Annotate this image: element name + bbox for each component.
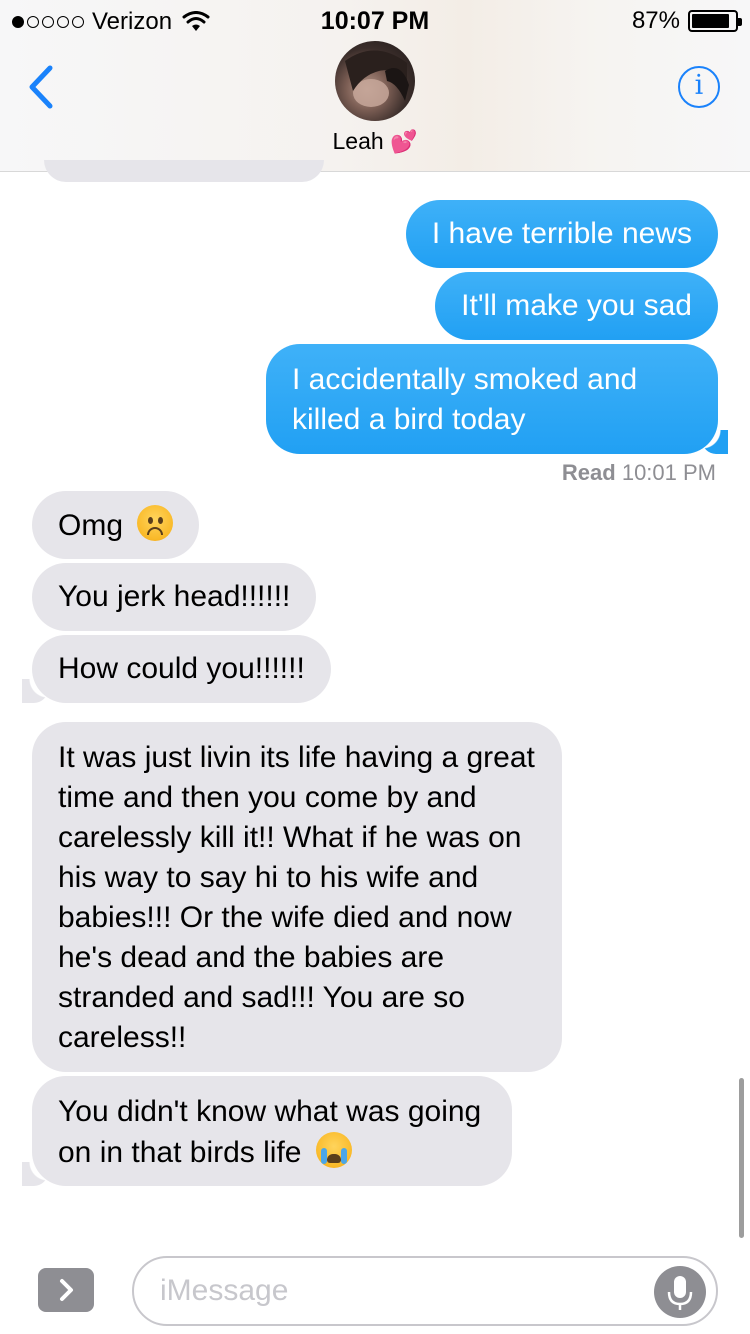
read-time: 10:01 PM bbox=[621, 460, 716, 485]
chevron-right-icon bbox=[60, 1279, 73, 1301]
avatar-photo bbox=[345, 50, 409, 107]
received-message-bubble[interactable]: You didn't know what was going on in tha… bbox=[22, 1076, 512, 1186]
back-button[interactable] bbox=[22, 62, 62, 112]
sent-message-bubble[interactable]: I accidentally smoked and killed a bird … bbox=[266, 344, 728, 454]
sent-message-bubble[interactable]: It'll make you sad bbox=[435, 272, 718, 340]
chevron-left-icon bbox=[29, 65, 53, 109]
info-icon: i bbox=[694, 70, 704, 101]
message-text: I accidentally smoked and killed a bird … bbox=[292, 363, 638, 436]
contact-name[interactable]: Leah 💕 bbox=[0, 128, 750, 155]
frowning-face-icon bbox=[137, 505, 174, 541]
expand-apps-button[interactable] bbox=[38, 1268, 94, 1312]
message-text: It'll make you sad bbox=[461, 289, 692, 322]
battery-fill bbox=[692, 14, 729, 28]
scroll-indicator[interactable] bbox=[739, 1078, 744, 1238]
contact-avatar[interactable] bbox=[335, 41, 415, 121]
compose-bar: iMessage bbox=[0, 1240, 750, 1334]
received-message-bubble[interactable]: It was just livin its life having a grea… bbox=[32, 722, 562, 1072]
info-button[interactable]: i bbox=[678, 66, 720, 108]
imessage-placeholder: iMessage bbox=[160, 1274, 289, 1307]
loudly-crying-face-icon bbox=[315, 1132, 352, 1168]
dictation-button[interactable] bbox=[654, 1266, 706, 1318]
received-message-bubble[interactable]: You jerk head!!!!!! bbox=[32, 563, 317, 631]
read-receipt: Read 10:01 PM bbox=[562, 460, 716, 486]
previous-message-bubble bbox=[44, 160, 324, 182]
message-text: It was just livin its life having a grea… bbox=[58, 741, 535, 1054]
received-message-bubble[interactable]: How could you!!!!!! bbox=[22, 635, 331, 703]
message-text: You didn't know what was going on in tha… bbox=[58, 1095, 482, 1169]
contact-name-label: Leah bbox=[332, 128, 384, 154]
battery-icon bbox=[688, 10, 742, 32]
battery-status: 87% bbox=[631, 7, 742, 35]
sent-message-bubble[interactable]: I have terrible news bbox=[405, 200, 718, 268]
message-text: I have terrible news bbox=[431, 217, 692, 250]
imessage-input[interactable]: iMessage bbox=[132, 1256, 718, 1326]
read-label: Read bbox=[561, 460, 616, 485]
message-text: How could you!!!!!! bbox=[58, 652, 305, 685]
message-text: You jerk head!!!!!! bbox=[58, 580, 291, 613]
status-bar: Verizon 10:07 PM 87% bbox=[0, 0, 750, 40]
battery-tip bbox=[738, 18, 742, 26]
two-hearts-icon: 💕 bbox=[390, 130, 418, 155]
message-text: Omg bbox=[58, 509, 124, 542]
received-message-bubble[interactable]: Omg bbox=[32, 491, 200, 559]
microphone-icon bbox=[667, 1276, 693, 1310]
battery-percent: 87% bbox=[631, 7, 680, 34]
